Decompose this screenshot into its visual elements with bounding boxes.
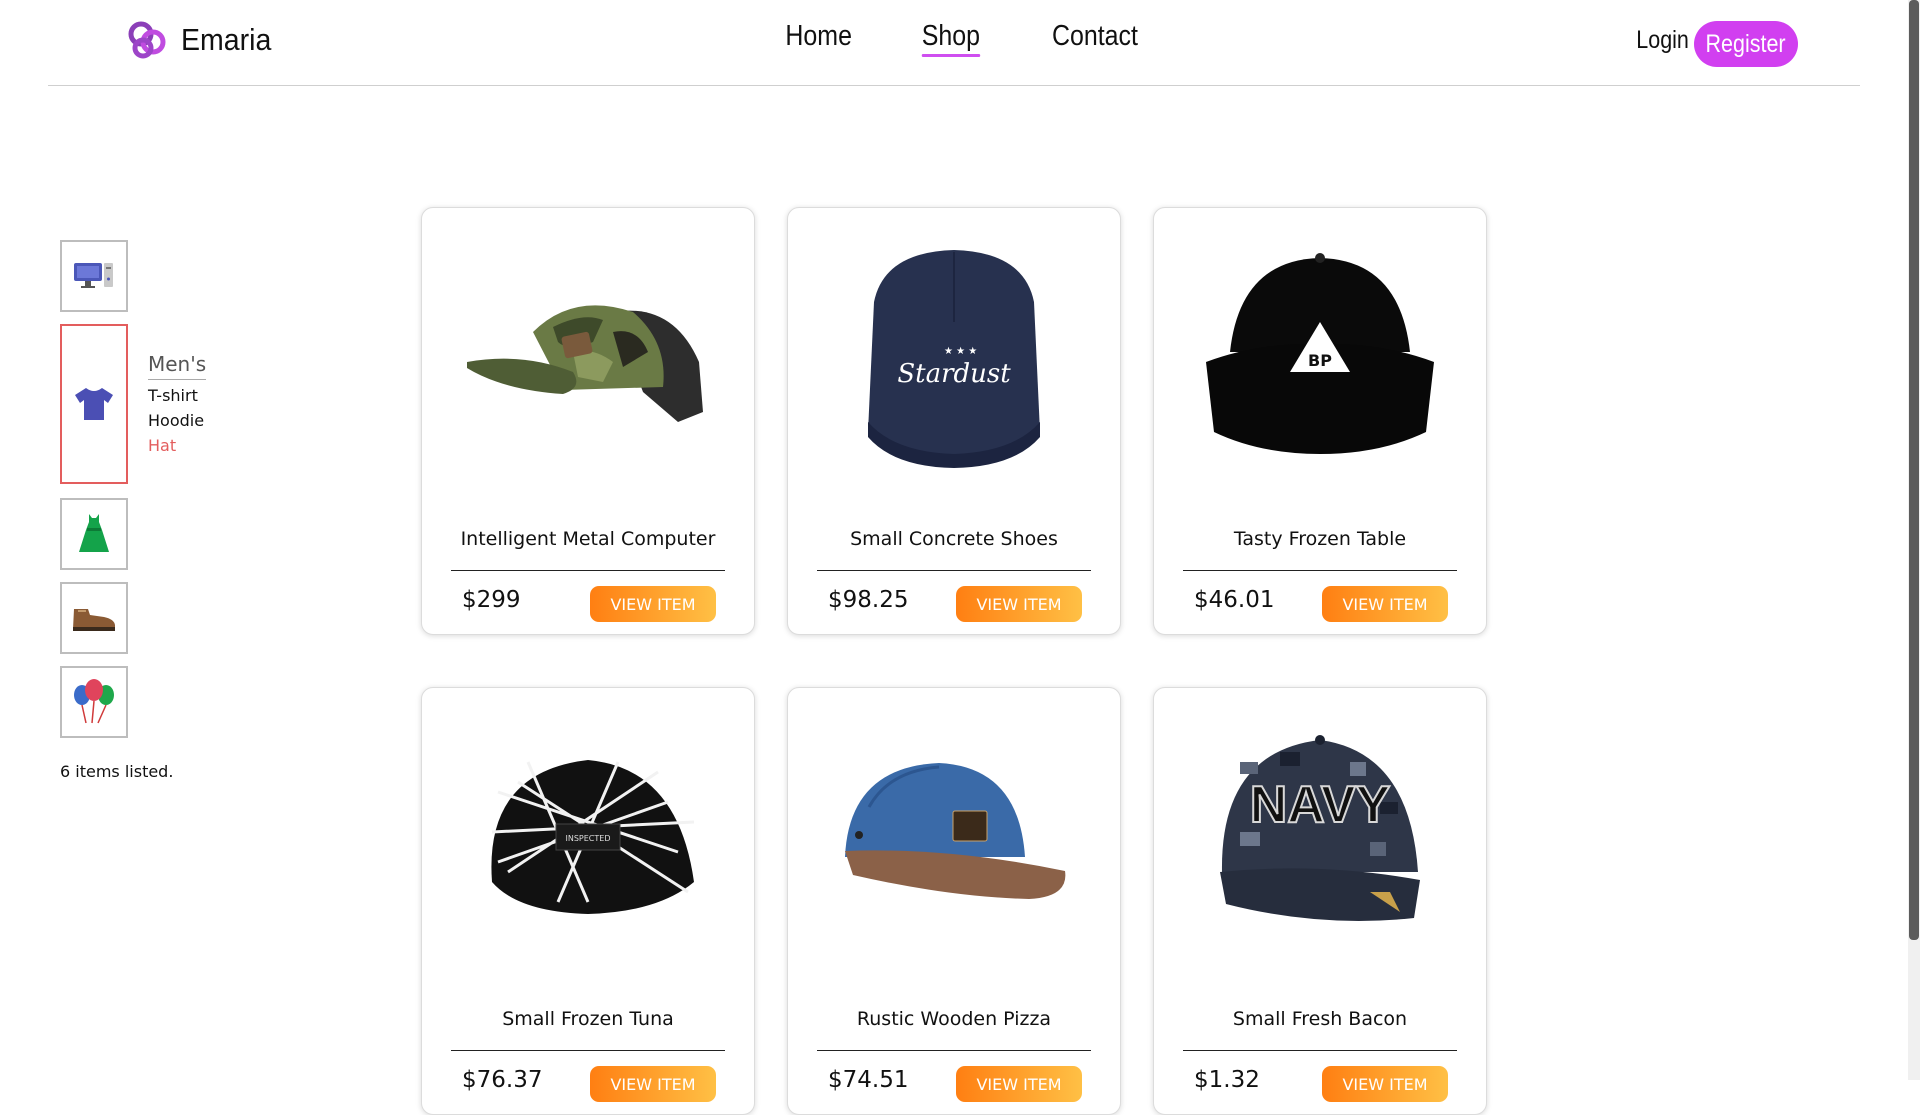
product-card[interactable]: INSPECTED Small Frozen Tuna $76.37 VIEW … (421, 687, 755, 1115)
submenu-item-tshirt[interactable]: T-shirt (148, 386, 206, 405)
product-image: BP (1184, 232, 1456, 472)
card-divider (1183, 1050, 1457, 1051)
product-image (452, 232, 724, 472)
product-name: Small Frozen Tuna (502, 1008, 674, 1030)
main-nav: Home Shop Contact (780, 20, 1145, 57)
card-divider (817, 570, 1091, 571)
register-label: Register (1705, 29, 1787, 58)
emaria-logo-icon (128, 21, 166, 59)
cap-print-text: BP (1308, 351, 1332, 370)
site-header: Emaria Home Shop Contact Login Register (0, 0, 1908, 86)
product-image: INSPECTED (452, 712, 724, 952)
card-divider (451, 1050, 725, 1051)
camo-trucker-hat-image (467, 305, 703, 422)
view-item-button[interactable]: VIEW ITEM (956, 586, 1082, 622)
shoe-icon (73, 609, 115, 631)
product-card[interactable]: Rustic Wooden Pizza $74.51 VIEW ITEM (787, 687, 1121, 1115)
cap-print-text: NAVY (1250, 776, 1391, 834)
items-count: 6 items listed. (60, 762, 174, 781)
category-shoes[interactable] (60, 582, 128, 654)
product-price: $76.37 (462, 1067, 543, 1093)
view-item-button[interactable]: VIEW ITEM (956, 1066, 1082, 1102)
view-item-button[interactable]: VIEW ITEM (590, 586, 716, 622)
product-price: $74.51 (828, 1067, 909, 1093)
product-price: $98.25 (828, 587, 909, 613)
category-mens[interactable] (60, 324, 128, 484)
view-item-button[interactable]: VIEW ITEM (590, 1066, 716, 1102)
category-party[interactable] (60, 666, 128, 738)
balloons-icon (74, 679, 114, 724)
card-divider (451, 570, 725, 571)
product-price: $1.32 (1194, 1067, 1260, 1093)
product-name: Small Concrete Shoes (850, 528, 1058, 550)
black-bp-cap-image: BP (1206, 253, 1434, 454)
product-name: Tasty Frozen Table (1233, 528, 1407, 550)
product-name: Small Fresh Bacon (1232, 1008, 1408, 1030)
product-name: Rustic Wooden Pizza (856, 1008, 1052, 1030)
product-price: $46.01 (1194, 587, 1275, 613)
view-item-button[interactable]: VIEW ITEM (1322, 586, 1448, 622)
submenu-title: Men's (148, 352, 207, 380)
scribble-cap-image: INSPECTED (491, 760, 695, 914)
view-item-button[interactable]: VIEW ITEM (1322, 1066, 1448, 1102)
product-price: $299 (462, 587, 521, 613)
blue-suede-cap-image (845, 763, 1066, 899)
product-image: NAVY (1184, 712, 1456, 952)
product-image (818, 712, 1090, 952)
category-electronics[interactable] (60, 240, 128, 312)
navy-camo-cap-image: NAVY (1220, 735, 1420, 921)
navy-stardust-cap-image: Stardust ★ ★ ★ (868, 250, 1040, 468)
product-card[interactable]: Intelligent Metal Computer $299 VIEW ITE… (421, 207, 755, 635)
nav-shop[interactable]: Shop (922, 20, 980, 57)
nav-home[interactable]: Home (785, 20, 852, 53)
nav-contact[interactable]: Contact (1052, 20, 1138, 53)
scrollbar-thumb[interactable] (1909, 0, 1919, 940)
card-divider (817, 1050, 1091, 1051)
header-divider (48, 85, 1860, 86)
category-womens[interactable] (60, 498, 128, 570)
submenu-item-hoodie[interactable]: Hoodie (148, 411, 206, 430)
cap-print-text: INSPECTED (566, 834, 611, 843)
login-link[interactable]: Login (1636, 26, 1689, 55)
product-card[interactable]: Stardust ★ ★ ★ Small Concrete Shoes $98.… (787, 207, 1121, 635)
tshirt-icon (75, 388, 113, 420)
register-button[interactable]: Register (1694, 21, 1798, 67)
cap-print-text: Stardust (897, 359, 1011, 389)
brand-name: Emaria (181, 22, 272, 57)
submenu-item-hat[interactable]: Hat (148, 436, 206, 455)
product-image: Stardust ★ ★ ★ (818, 232, 1090, 472)
mens-submenu: Men's T-shirt Hoodie Hat (148, 352, 207, 455)
card-divider (1183, 570, 1457, 571)
product-name: Intelligent Metal Computer (460, 528, 716, 550)
dress-icon (79, 514, 109, 552)
computer-icon (74, 263, 113, 288)
brand-logo[interactable]: Emaria (125, 18, 279, 62)
svg-text:★ ★ ★: ★ ★ ★ (944, 346, 977, 357)
product-card[interactable]: BP Tasty Frozen Table $46.01 VIEW ITEM (1153, 207, 1487, 635)
product-card[interactable]: NAVY Small Fresh Bacon $1.32 VIEW ITEM (1153, 687, 1487, 1115)
